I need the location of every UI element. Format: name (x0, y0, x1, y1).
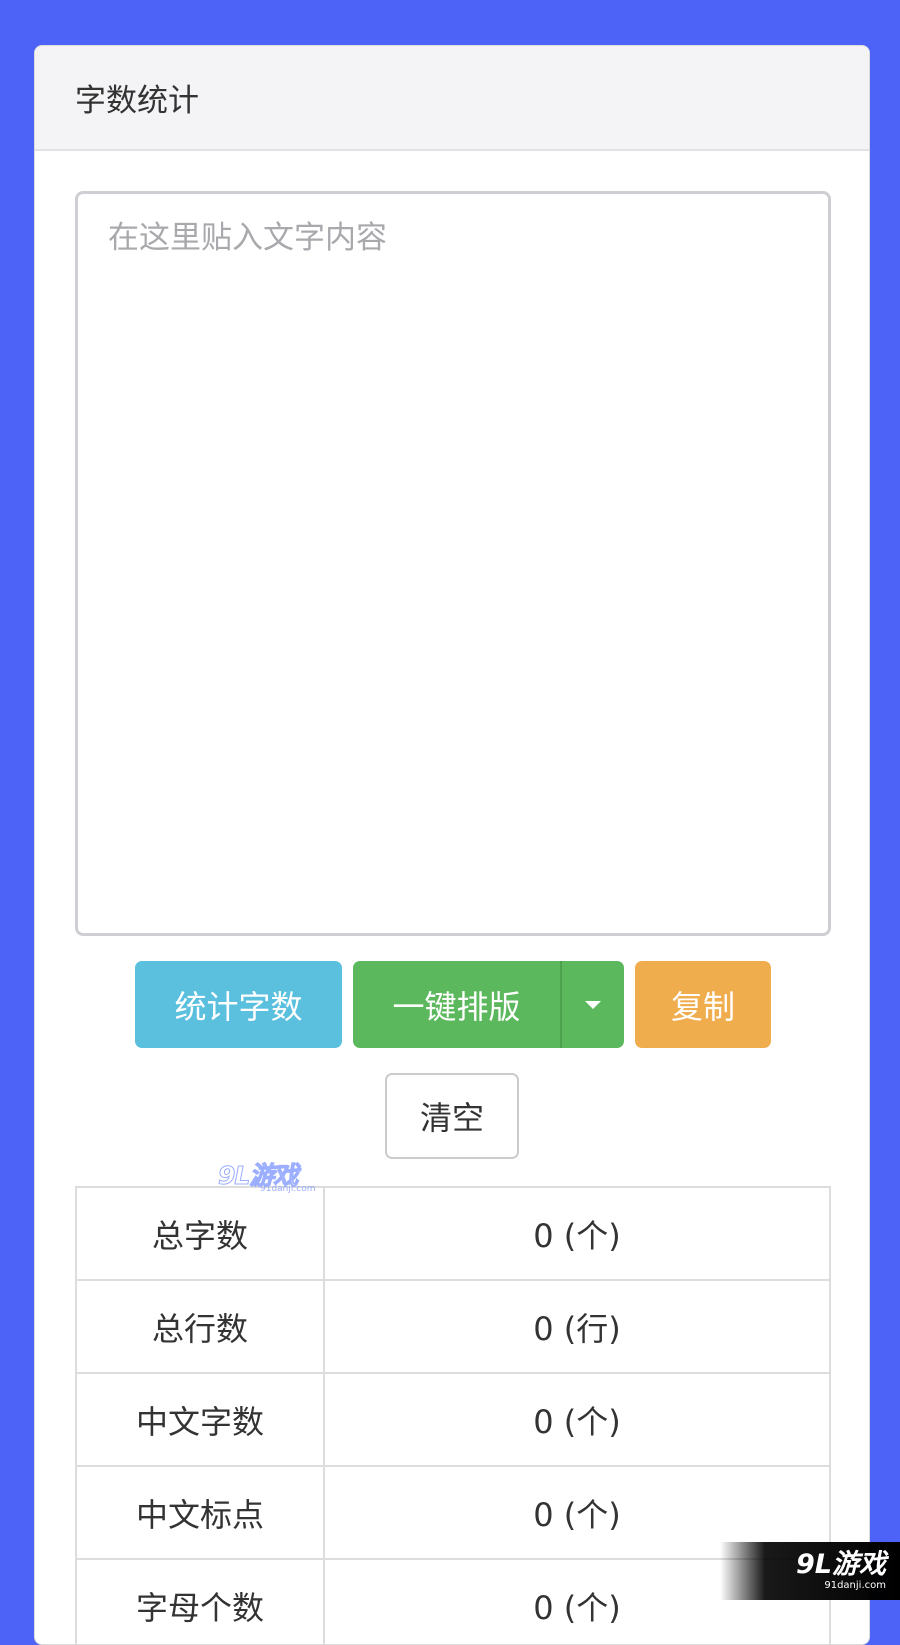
text-input-area[interactable] (75, 191, 831, 936)
corner-watermark-site: 91danji.com (824, 1580, 886, 1591)
stat-label: 总字数 (75, 1186, 325, 1281)
table-row: 中文标点 0 (个) (75, 1465, 831, 1560)
stat-value: 0 (个) (323, 1372, 831, 1467)
table-row: 字母个数 0 (个) (75, 1558, 831, 1644)
caret-down-icon (585, 1000, 601, 1009)
stat-label: 中文标点 (75, 1465, 325, 1560)
stat-value: 0 (行) (323, 1279, 831, 1374)
watermark-site: 91danji.com (260, 1184, 316, 1194)
table-row: 中文字数 0 (个) (75, 1372, 831, 1467)
panel-title: 字数统计 (75, 83, 199, 119)
word-count-panel: 字数统计 统计字数 一键排版 复制 清空 总字数 0 (个) 总行数 0 (行)… (34, 45, 870, 1645)
stat-value: 0 (个) (323, 1186, 831, 1281)
stat-label: 总行数 (75, 1279, 325, 1374)
count-words-button[interactable]: 统计字数 (135, 961, 342, 1048)
format-button-group: 一键排版 (353, 961, 624, 1048)
one-click-format-button[interactable]: 一键排版 (353, 961, 562, 1048)
corner-watermark-brand: 9L游戏 (796, 1549, 886, 1580)
stat-label: 中文字数 (75, 1372, 325, 1467)
table-row: 总字数 0 (个) (75, 1186, 831, 1281)
format-dropdown-toggle[interactable] (562, 961, 624, 1048)
clear-button[interactable]: 清空 (385, 1073, 519, 1159)
table-row: 总行数 0 (行) (75, 1279, 831, 1374)
stats-table: 总字数 0 (个) 总行数 0 (行) 中文字数 0 (个) 中文标点 0 (个… (75, 1186, 831, 1644)
copy-button[interactable]: 复制 (635, 961, 771, 1048)
panel-header: 字数统计 (35, 46, 869, 151)
watermark-logo: 9L游戏 91danji.com (217, 1163, 316, 1195)
stat-label: 字母个数 (75, 1558, 325, 1644)
corner-watermark: 9L游戏 91danji.com (720, 1542, 900, 1600)
